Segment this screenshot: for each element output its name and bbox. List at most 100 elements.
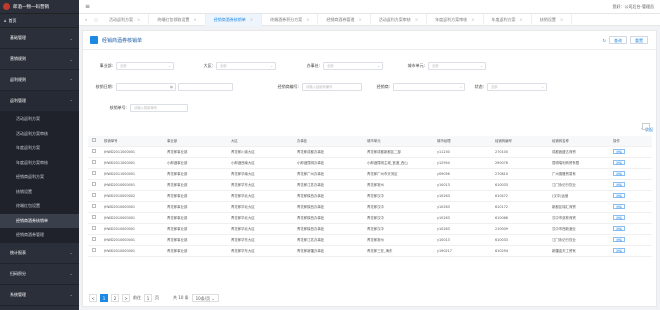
detail-button[interactable]: 详情 bbox=[613, 193, 626, 198]
close-icon[interactable]: × bbox=[560, 17, 563, 22]
sidebar-item-dealer-voucher-writeoff[interactable]: 经销商酒券核销单 bbox=[0, 213, 79, 228]
table-settings-icon[interactable] bbox=[642, 123, 650, 130]
close-icon[interactable]: × bbox=[415, 17, 418, 22]
table-row[interactable]: JHWD2010000001 青花郎事业部 青花郎华北大区 青花郎陕西办事处 青花郎汉中… bbox=[88, 223, 652, 235]
tab-annual-rebate[interactable]: 年度返利方案 × bbox=[484, 13, 532, 26]
column-header[interactable]: 城市单元 bbox=[363, 136, 433, 147]
tab-annual-rebate-audit[interactable]: 年度返利方案审核 × bbox=[427, 13, 484, 26]
page-button-2[interactable]: 2 bbox=[111, 294, 119, 302]
sidebar-item-dealer-voucher-manage[interactable]: 经销商酒券管理 bbox=[0, 228, 79, 243]
refresh-icon[interactable]: ↻ bbox=[603, 38, 606, 43]
close-icon[interactable]: × bbox=[306, 17, 309, 22]
sidebar-item-annual-rebate-audit[interactable]: 年度返利方案审核 bbox=[0, 155, 79, 170]
sidebar-item-writeoff-settings[interactable]: 核销设置 bbox=[0, 184, 79, 199]
query-button[interactable]: 查询 bbox=[609, 36, 627, 44]
detail-button[interactable]: 详情 bbox=[613, 171, 626, 176]
next-page-button[interactable]: > bbox=[122, 294, 130, 302]
office-select[interactable]: 全部 ⌄ bbox=[323, 62, 383, 70]
close-icon[interactable]: × bbox=[250, 17, 253, 22]
tab-dealer-voucher-writeoff[interactable]: 经销商酒券核销单 × bbox=[205, 13, 263, 26]
tab-writeoff-settings[interactable]: 核销设置 × bbox=[532, 13, 573, 26]
sidebar-group-reports[interactable]: 统计报表 ⌄ bbox=[0, 243, 79, 264]
row-checkbox[interactable] bbox=[88, 190, 100, 202]
column-header[interactable]: 城市经理 bbox=[433, 136, 491, 147]
detail-button[interactable]: 详情 bbox=[613, 237, 626, 242]
close-icon[interactable]: × bbox=[471, 17, 474, 22]
goto-page-input[interactable]: 1 bbox=[144, 294, 152, 302]
sidebar-group-marketing-rules[interactable]: 营销规则 ⌄ bbox=[0, 49, 79, 70]
search-icon[interactable]: ⌕ bbox=[460, 84, 462, 91]
dealer-code-input[interactable]: 请输入经销商编号 bbox=[302, 83, 362, 91]
close-icon[interactable]: × bbox=[358, 17, 361, 22]
date-end-input[interactable] bbox=[178, 83, 233, 91]
sidebar-item-dealer-rebate[interactable]: 经销商返利方案 bbox=[0, 170, 79, 185]
close-icon[interactable]: × bbox=[520, 17, 523, 22]
row-checkbox[interactable] bbox=[88, 146, 100, 158]
table-row[interactable]: JHWD2010000002 青花郎事业部 青花郎华北大区 青花郎陕西办事处 青花郎汉中… bbox=[88, 190, 652, 202]
detail-button[interactable]: 详情 bbox=[613, 160, 626, 165]
tab-terminal-redpacket[interactable]: 终端红包领取设置 × bbox=[149, 13, 206, 26]
tab-terminal-points[interactable]: 终端酒券积分方案 × bbox=[262, 13, 319, 26]
detail-button[interactable]: 详情 bbox=[613, 149, 626, 154]
prev-page-button[interactable]: < bbox=[89, 294, 97, 302]
column-header[interactable]: 核销单号 bbox=[100, 136, 163, 147]
sidebar-group-system[interactable]: 系统管理 ⌄ bbox=[0, 285, 79, 306]
sidebar-group-rebate-rules[interactable]: 返利规则 ⌃ bbox=[0, 70, 79, 91]
refresh-icon[interactable]: ○ bbox=[91, 17, 101, 22]
column-header[interactable]: 事业部 bbox=[163, 136, 227, 147]
table-row[interactable]: JHWD2011000001 青花郎事业部 青花郎川渝大区 青花郎成都办事处 青花郎成都… bbox=[88, 146, 652, 158]
row-checkbox[interactable] bbox=[88, 157, 100, 169]
detail-button[interactable]: 详情 bbox=[613, 204, 626, 209]
detail-button[interactable]: 详情 bbox=[613, 248, 626, 253]
date-start-input[interactable]: ▦ bbox=[116, 83, 176, 91]
region-select[interactable]: 全部 ⌄ bbox=[216, 62, 276, 70]
detail-button[interactable]: 详情 bbox=[613, 215, 626, 220]
detail-button[interactable]: 详情 bbox=[613, 182, 626, 187]
select-all-checkbox[interactable] bbox=[88, 136, 100, 147]
reset-button[interactable]: 重置 bbox=[630, 36, 648, 44]
column-header[interactable]: 经销商名称 bbox=[548, 136, 609, 147]
table-row[interactable]: JHWD2010000001 青花郎事业部 青花郎华北大区 青花郎陕西办事处 青花郎汉中… bbox=[88, 212, 652, 224]
page-size-select[interactable]: 10条/页 ⌄ bbox=[191, 294, 219, 302]
column-header[interactable]: 办事处 bbox=[293, 136, 363, 147]
table-row[interactable]: JHWD2010000001 青花郎事业部 青花郎华东大区 青花郎江苏办事处 青花郎常州… bbox=[88, 179, 652, 191]
row-checkbox[interactable] bbox=[88, 234, 100, 246]
table-row[interactable]: JHWD2010000001 青花郎事业部 青花郎华东大区 青花郎江苏办事处 青花郎常州… bbox=[88, 234, 652, 246]
sidebar-item-terminal-redpacket[interactable]: 终端红包设置 bbox=[0, 199, 79, 214]
row-checkbox[interactable] bbox=[88, 245, 100, 257]
menu-toggle-icon[interactable]: ≡ bbox=[85, 3, 90, 10]
status-select[interactable]: 全部 ⌄ bbox=[487, 83, 547, 91]
row-checkbox[interactable] bbox=[88, 201, 100, 213]
table-row[interactable]: JHWD2010000001 青花郎事业部 青花郎华东大区 青花郎新疆办事处 青花郎三亚… bbox=[88, 245, 652, 257]
tabs-scroll-left-icon[interactable]: « bbox=[81, 17, 91, 22]
row-checkbox[interactable] bbox=[88, 212, 100, 224]
sidebar-group-rebate-manage[interactable]: 返利管理 ⌃ bbox=[0, 91, 79, 112]
row-checkbox[interactable] bbox=[88, 223, 100, 235]
table-row[interactable]: JHWD2011000001 青花郎事业部 青花郎华南大区 青花郎广州办事处 青花郎广州… bbox=[88, 168, 652, 180]
company-select[interactable]: 全部 ⌄ bbox=[116, 62, 174, 70]
sidebar-group-scan-points[interactable]: 扫码积分 ⌄ bbox=[0, 264, 79, 285]
current-user[interactable]: 您好：公司后台-管理员 bbox=[613, 4, 654, 10]
column-header[interactable]: 大区 bbox=[227, 136, 293, 147]
dealer-name-input[interactable]: ⌕ bbox=[393, 83, 465, 91]
page-button-1[interactable]: 1 bbox=[100, 294, 108, 302]
sidebar-item-activity-rebate[interactable]: 活动返利方案 bbox=[0, 112, 79, 127]
bill-no-input[interactable]: 请输入核销单号 bbox=[130, 104, 188, 112]
tab-dealer-voucher-manage[interactable]: 经销商酒券管理 × bbox=[318, 13, 371, 26]
sidebar-group-basic[interactable]: 基础管理 ⌄ bbox=[0, 28, 79, 49]
row-checkbox[interactable] bbox=[88, 168, 100, 180]
city-select[interactable]: 全部 ⌄ bbox=[428, 62, 486, 70]
row-checkbox[interactable] bbox=[88, 179, 100, 191]
table-row[interactable]: JHWD2010000001 青花郎事业部 青花郎华北大区 青花郎陕西办事处 青花郎汉中… bbox=[88, 201, 652, 213]
tab-activity-rebate-audit[interactable]: 活动返利方案审核 × bbox=[371, 13, 428, 26]
column-header[interactable]: 经销商编号 bbox=[491, 136, 548, 147]
tab-activity-rebate[interactable]: 活动返利方案 × bbox=[101, 13, 150, 26]
table-row[interactable]: JHWD2011000001 小郎酒事业部 小郎酒西南大区 小郎酒昆明办事处 小郎酒昆明… bbox=[88, 157, 652, 169]
detail-button[interactable]: 详情 bbox=[613, 226, 626, 231]
sidebar-item-annual-rebate[interactable]: 年度返利方案 bbox=[0, 141, 79, 156]
sidebar-item-activity-rebate-audit[interactable]: 活动返利方案审核 bbox=[0, 126, 79, 141]
close-icon[interactable]: × bbox=[193, 17, 196, 22]
sidebar-home[interactable]: ⌂ 首页 bbox=[0, 14, 79, 28]
close-icon[interactable]: × bbox=[137, 17, 140, 22]
jump-button[interactable] bbox=[162, 294, 170, 302]
